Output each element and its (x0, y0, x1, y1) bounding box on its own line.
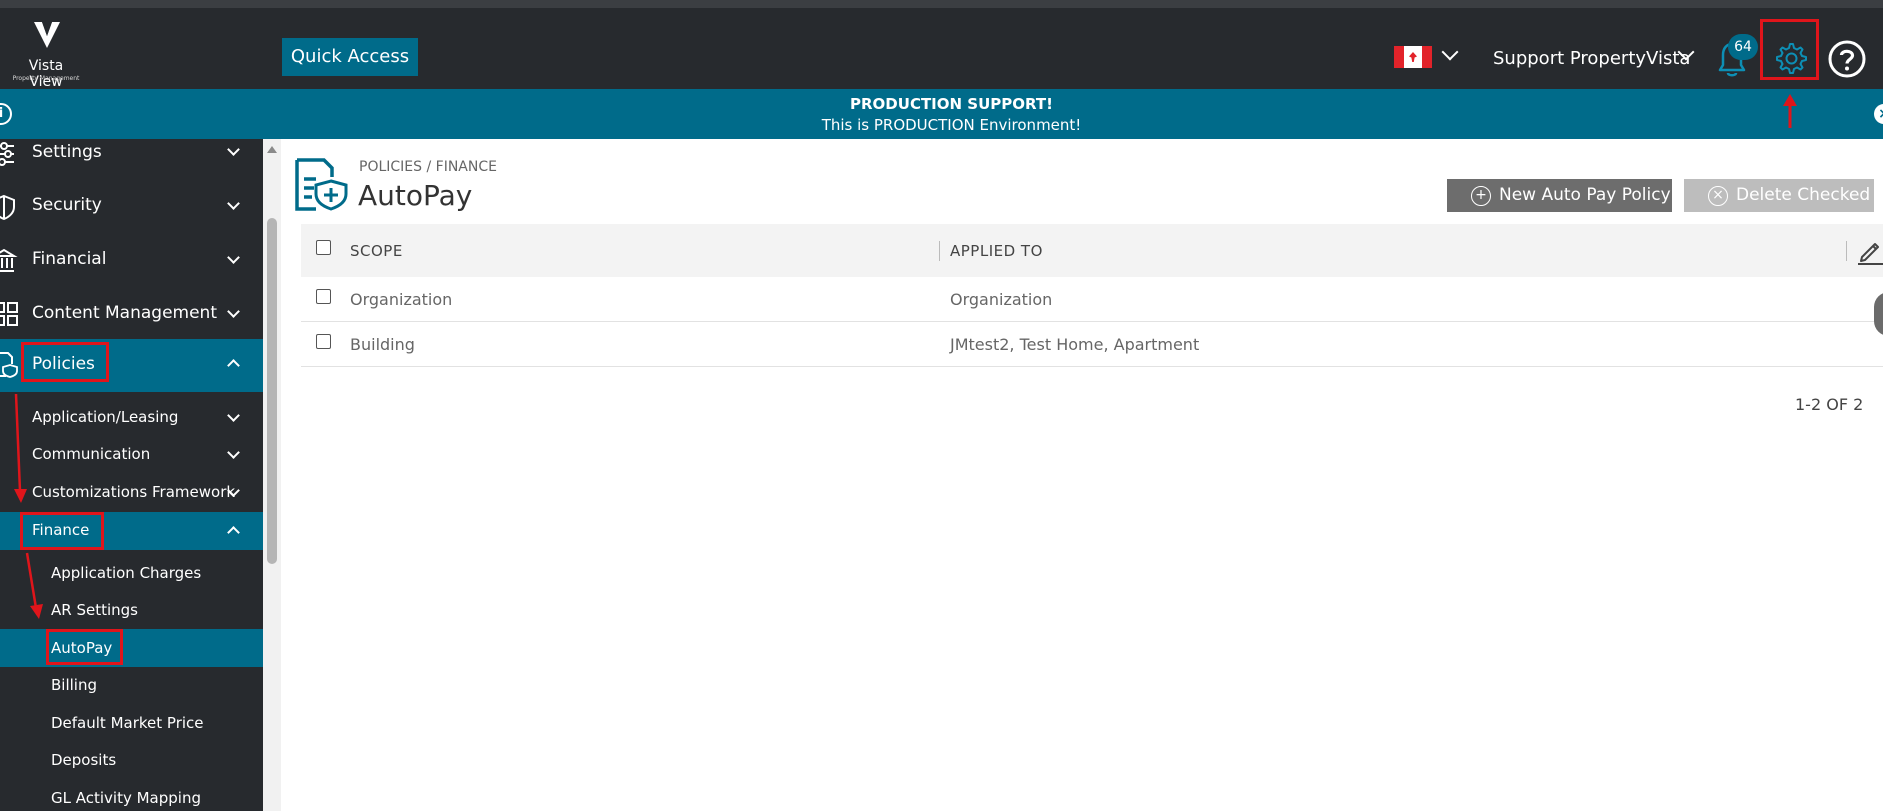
notification-count-badge: 64 (1728, 34, 1758, 60)
pagination-info: 1-2 OF 2 (1795, 395, 1864, 414)
row-checkbox[interactable] (316, 289, 331, 304)
logo[interactable]: Vista View Property Management (10, 20, 82, 90)
browser-top-strip (0, 0, 1883, 8)
table-header: SCOPE APPLIED TO (301, 224, 1883, 277)
button-label: Delete Checked (1736, 185, 1871, 205)
production-banner: i PRODUCTION SUPPORT! This is PRODUCTION… (0, 89, 1883, 139)
annotation-arrow-up (1783, 94, 1797, 128)
new-auto-pay-policy-button[interactable]: + New Auto Pay Policy (1447, 179, 1672, 212)
column-header-applied-to[interactable]: APPLIED TO (950, 242, 1043, 260)
banner-title: PRODUCTION SUPPORT! (850, 95, 1053, 113)
annotation-box-settings (1760, 19, 1819, 80)
sidebar-scrollbar[interactable] (263, 139, 281, 811)
scroll-up-arrow-icon[interactable] (267, 146, 277, 153)
delete-checked-button[interactable]: × Delete Checked (1684, 179, 1874, 212)
annotation-arrows (14, 393, 43, 619)
button-label: New Auto Pay Policy (1499, 185, 1671, 205)
quick-access-button[interactable]: Quick Access (282, 38, 418, 76)
x-circle-icon: × (1708, 186, 1728, 206)
select-all-checkbox[interactable] (316, 240, 331, 255)
main-content: POLICIES / FINANCE AutoPay + New Auto Pa… (281, 139, 1883, 811)
row-checkbox[interactable] (316, 334, 331, 349)
banner-text: This is PRODUCTION Environment! (821, 116, 1082, 134)
vista-logo-icon (34, 22, 60, 48)
cell-applied-to: JMtest2, Test Home, Apartment (950, 335, 1200, 354)
help-icon[interactable] (1828, 40, 1866, 78)
sidebar: Settings Security Financial Content Mana… (0, 139, 263, 811)
logo-subtitle: Property Management (12, 75, 80, 82)
logo-name: Vista View (28, 58, 64, 90)
plus-circle-icon: + (1471, 186, 1491, 206)
cell-scope: Building (350, 335, 415, 354)
edit-pencil-icon[interactable] (1856, 237, 1883, 265)
policy-document-icon (295, 158, 348, 211)
page-title: AutoPay (358, 179, 473, 212)
cell-applied-to: Organization (950, 290, 1053, 309)
canada-flag-icon[interactable] (1394, 46, 1432, 68)
table-row[interactable]: Building JMtest2, Test Home, Apartment (301, 322, 1883, 367)
column-divider (939, 241, 940, 261)
user-menu[interactable]: Support PropertyVista (1493, 48, 1690, 69)
table-row[interactable]: Organization Organization (301, 277, 1883, 322)
column-divider (1846, 241, 1847, 261)
breadcrumb[interactable]: POLICIES / FINANCE (359, 159, 497, 175)
chevron-down-icon[interactable] (1441, 43, 1459, 61)
scroll-thumb[interactable] (267, 218, 277, 564)
cell-scope: Organization (350, 290, 453, 309)
top-header: Vista View Property Management Quick Acc… (0, 8, 1883, 90)
column-header-scope[interactable]: SCOPE (350, 242, 403, 260)
